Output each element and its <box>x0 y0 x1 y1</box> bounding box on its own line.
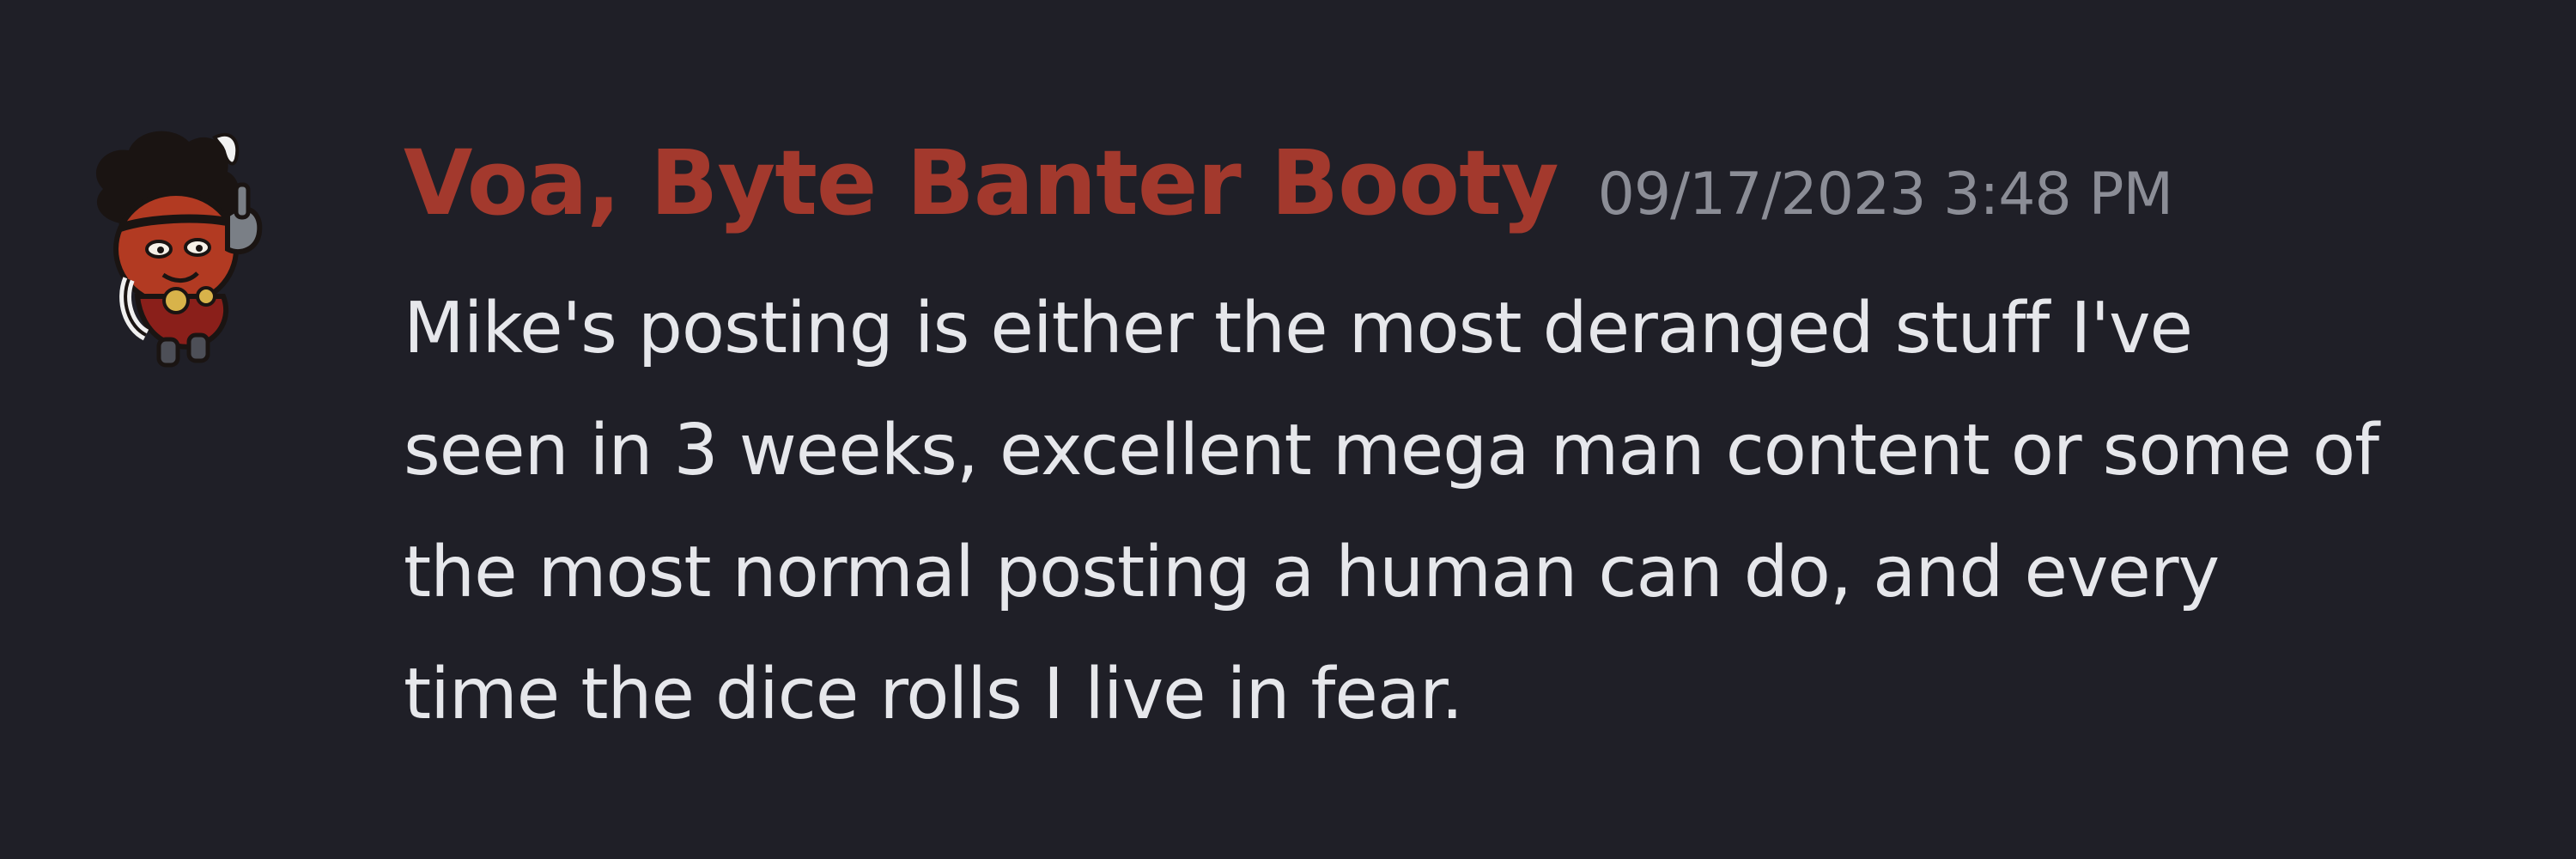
message-line: seen in 3 weeks, excellent mega man cont… <box>404 410 2379 491</box>
message-line: time the dice rolls I live in fear. <box>404 654 1463 735</box>
message-line: the most normal posting a human can do, … <box>404 532 2220 613</box>
avatar[interactable] <box>69 120 326 378</box>
cartoon-character-avatar-icon <box>95 131 263 368</box>
chat-message: Voa, Byte Banter Booty 09/17/2023 3:48 P… <box>0 0 2576 859</box>
message-content: Mike's posting is either the most derang… <box>404 268 2533 756</box>
username[interactable]: Voa, Byte Banter Booty <box>404 131 1559 235</box>
timestamp: 09/17/2023 3:48 PM <box>1597 161 2174 228</box>
message-header: Voa, Byte Banter Booty 09/17/2023 3:48 P… <box>404 131 2174 235</box>
message-line: Mike's posting is either the most derang… <box>404 288 2193 369</box>
chat-pane: Voa, Byte Banter Booty 09/17/2023 3:48 P… <box>0 0 2576 859</box>
